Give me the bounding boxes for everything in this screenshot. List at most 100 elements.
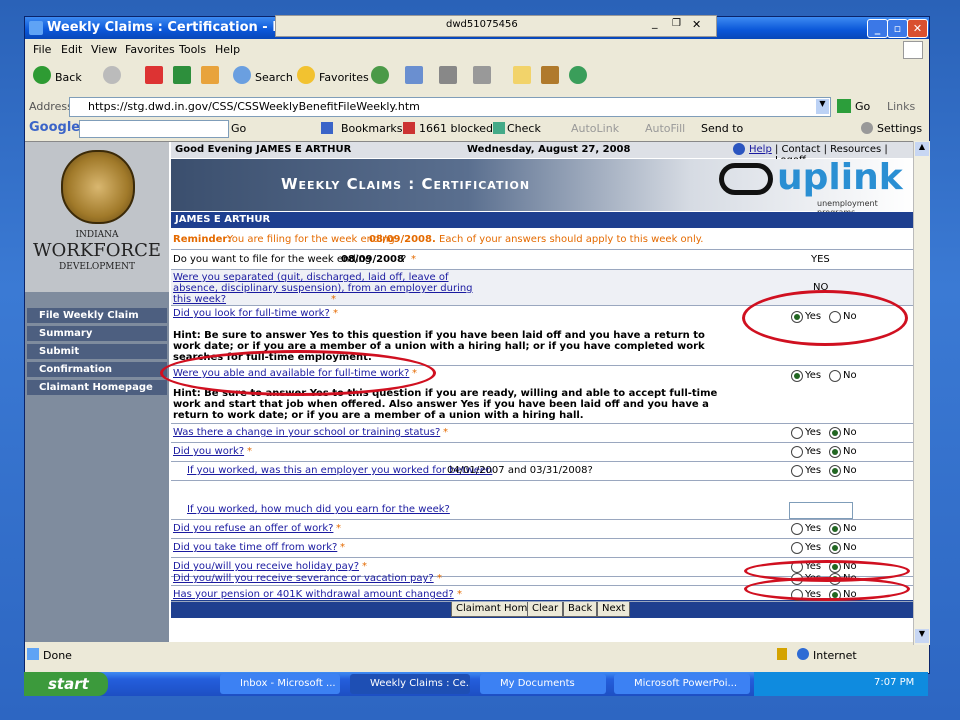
- popup-minimize-icon[interactable]: _: [652, 16, 658, 29]
- stop-icon[interactable]: [145, 66, 163, 84]
- question-row: Did you work? * Yes No: [171, 443, 913, 462]
- bookmarks-button[interactable]: Bookmarks: [341, 122, 402, 135]
- sidebar-claimant-homepage[interactable]: Claimant Homepage: [27, 380, 167, 396]
- lock-icon: [777, 648, 787, 660]
- menu-view[interactable]: View: [91, 43, 117, 56]
- edit-icon[interactable]: [473, 66, 491, 84]
- dropdown-icon[interactable]: ▼: [816, 99, 829, 114]
- radio-yes[interactable]: [791, 465, 803, 477]
- radio-no[interactable]: [829, 446, 841, 458]
- reminder-label: Reminder:: [173, 234, 232, 245]
- radio-yes[interactable]: [791, 446, 803, 458]
- menu-tools[interactable]: Tools: [179, 43, 206, 56]
- sidebar-file-weekly-claim[interactable]: File Weekly Claim: [27, 308, 167, 324]
- claimant-home-button[interactable]: Claimant Home: [451, 601, 539, 617]
- research-icon[interactable]: [541, 66, 559, 84]
- history-icon[interactable]: [371, 66, 389, 84]
- menu-edit[interactable]: Edit: [61, 43, 82, 56]
- task-inbox[interactable]: Inbox - Microsoft ...: [220, 674, 340, 694]
- question-link[interactable]: Has your pension or 401K withdrawal amou…: [173, 589, 454, 600]
- messenger-icon[interactable]: [569, 66, 587, 84]
- radio-yes[interactable]: [791, 370, 803, 382]
- radio-no[interactable]: [829, 542, 841, 554]
- autolink-button[interactable]: AutoLink: [571, 122, 619, 135]
- refresh-icon[interactable]: [173, 66, 191, 84]
- maximize-icon[interactable]: ▫: [887, 19, 908, 38]
- popup-blocker-icon: [403, 122, 415, 134]
- question-link[interactable]: Did you work?: [173, 446, 244, 457]
- scroll-down-icon[interactable]: ▼: [915, 629, 929, 643]
- sidebar-summary[interactable]: Summary: [27, 326, 167, 342]
- go-button[interactable]: Go: [855, 100, 870, 113]
- print-icon[interactable]: [439, 66, 457, 84]
- menu-help[interactable]: Help: [215, 43, 240, 56]
- sendto-button[interactable]: Send to: [701, 122, 743, 135]
- question-link[interactable]: Did you/will you receive severance or va…: [173, 573, 434, 584]
- mail-icon[interactable]: [405, 66, 423, 84]
- radio-no[interactable]: [829, 523, 841, 535]
- ie-icon: [29, 21, 43, 35]
- earnings-input[interactable]: [789, 502, 853, 519]
- forward-arrow-icon[interactable]: [103, 66, 121, 84]
- required-star: *: [331, 294, 336, 305]
- clear-button[interactable]: Clear: [527, 601, 564, 617]
- radio-no[interactable]: [829, 465, 841, 477]
- back-button[interactable]: Back: [55, 71, 82, 84]
- minimize-icon[interactable]: _: [867, 19, 888, 38]
- search-icon[interactable]: [233, 66, 251, 84]
- radio-yes[interactable]: [791, 523, 803, 535]
- google-search-input[interactable]: [79, 120, 229, 138]
- close-icon[interactable]: ✕: [907, 19, 928, 38]
- autofill-button[interactable]: AutoFill: [645, 122, 685, 135]
- favorites-star-icon[interactable]: [297, 66, 315, 84]
- question-row: If you worked, how much did you earn for…: [171, 500, 913, 520]
- popups-blocked[interactable]: 1661 blocked: [419, 122, 493, 135]
- popup-close-icon[interactable]: ✕: [692, 18, 701, 31]
- radio-yes[interactable]: [791, 427, 803, 439]
- highlight-ring: [742, 290, 908, 346]
- answer-text: YES: [811, 254, 830, 265]
- reminder-date: 08/09/2008.: [369, 234, 436, 245]
- address-label: Address: [29, 100, 73, 113]
- menu-file[interactable]: File: [33, 43, 51, 56]
- required-star: *: [247, 446, 252, 457]
- required-star: *: [443, 427, 448, 438]
- check-button[interactable]: Check: [507, 122, 541, 135]
- go-arrow-icon[interactable]: [837, 99, 851, 113]
- search-button[interactable]: Search: [255, 71, 293, 84]
- links-label[interactable]: Links: [887, 100, 915, 113]
- next-button[interactable]: Next: [597, 601, 631, 617]
- windows-logo-icon: [903, 41, 923, 59]
- sidebar-submit[interactable]: Submit: [27, 344, 167, 360]
- question-link[interactable]: Were you separated (quit, discharged, la…: [173, 272, 473, 305]
- claimant-name: JAMES E ARTHUR: [175, 214, 271, 225]
- popup-restore-icon[interactable]: ❐: [672, 18, 681, 29]
- notes-icon[interactable]: [513, 66, 531, 84]
- radio-no[interactable]: [829, 427, 841, 439]
- radio-no[interactable]: [829, 370, 841, 382]
- task-my-documents[interactable]: My Documents: [480, 674, 606, 694]
- question-link[interactable]: Did you look for full-time work?: [173, 308, 330, 319]
- question-link[interactable]: Was there a change in your school or tra…: [173, 427, 440, 438]
- task-powerpoint[interactable]: Microsoft PowerPoi...: [614, 674, 750, 694]
- google-go-button[interactable]: Go: [231, 122, 246, 135]
- start-button[interactable]: start: [24, 672, 108, 696]
- address-input[interactable]: https://stg.dwd.in.gov/CSS/CSSWeeklyBene…: [69, 97, 831, 117]
- menu-favorites[interactable]: Favorites: [125, 43, 175, 56]
- radio-yes[interactable]: [791, 542, 803, 554]
- settings-button[interactable]: Settings: [877, 122, 922, 135]
- sidebar-confirmation[interactable]: Confirmation: [27, 362, 167, 378]
- question-link[interactable]: Did you refuse an offer of work?: [173, 523, 333, 534]
- home-icon[interactable]: [201, 66, 219, 84]
- question-link[interactable]: If you worked, how much did you earn for…: [187, 504, 450, 515]
- back-arrow-icon[interactable]: [33, 66, 51, 84]
- reminder-tail: Each of your answers should apply to thi…: [439, 234, 704, 245]
- back-button[interactable]: Back: [563, 601, 598, 617]
- vertical-scrollbar[interactable]: ▲ ▼: [913, 141, 930, 645]
- task-weekly-claims[interactable]: Weekly Claims : Ce...: [350, 674, 470, 694]
- question-link[interactable]: Did you take time off from work?: [173, 542, 337, 553]
- favorites-button[interactable]: Favorites: [319, 71, 369, 84]
- help-link[interactable]: Help: [749, 144, 772, 155]
- required-star: *: [336, 523, 341, 534]
- scroll-up-icon[interactable]: ▲: [915, 142, 929, 156]
